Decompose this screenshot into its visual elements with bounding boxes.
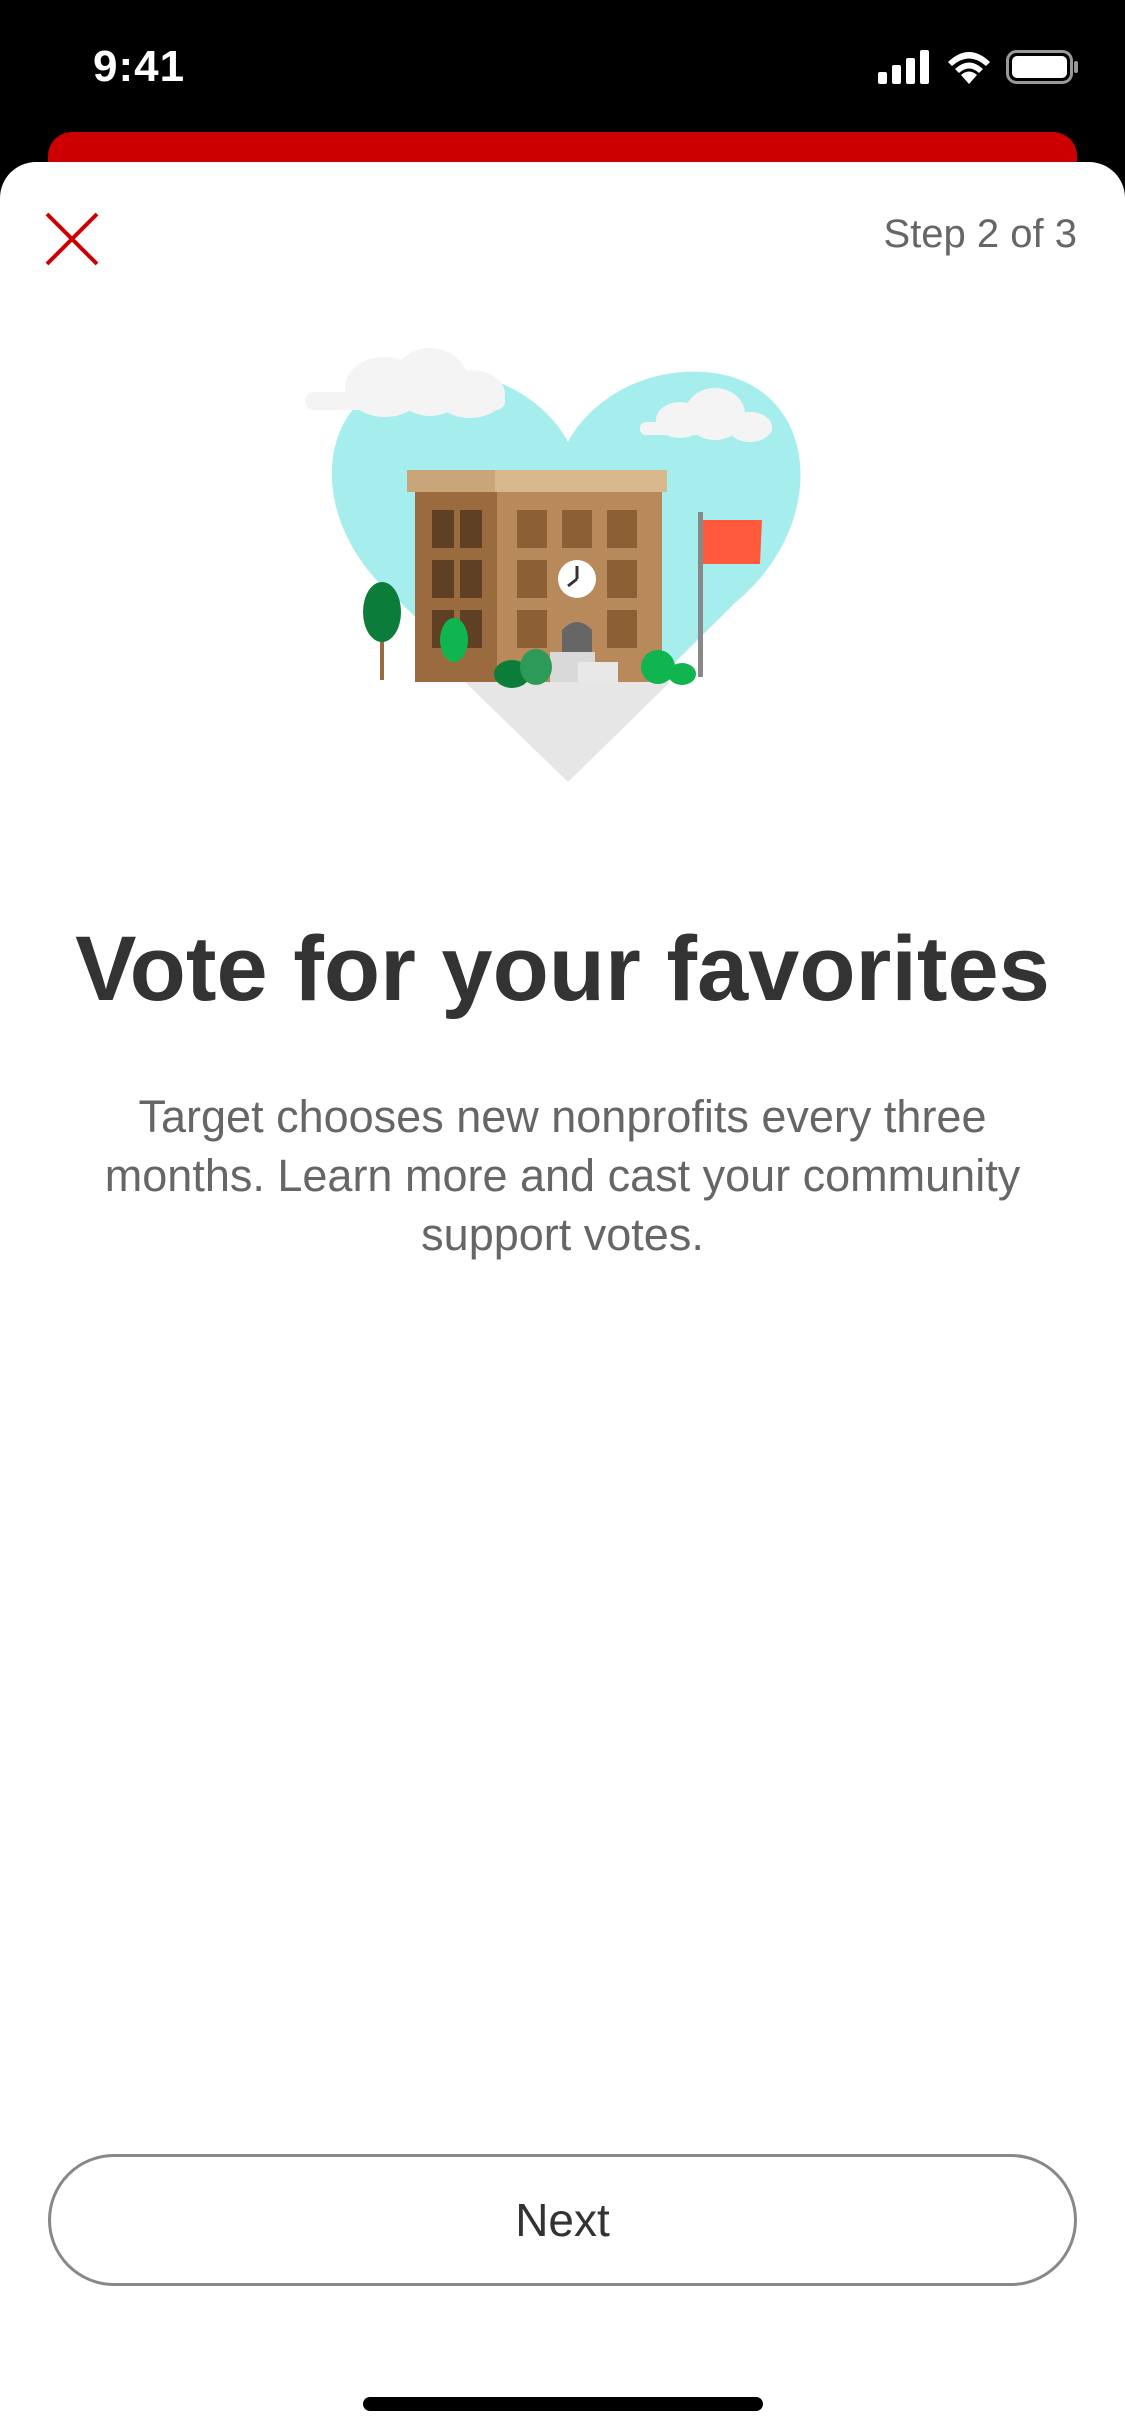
next-button[interactable]: Next — [48, 2154, 1077, 2286]
wifi-icon — [948, 52, 990, 84]
status-time: 9:41 — [93, 42, 186, 91]
home-indicator — [363, 2397, 763, 2411]
step-indicator: Step 2 of 3 — [883, 212, 1077, 256]
status-icons — [878, 50, 1080, 84]
screen: 9:41 Step 2 of 3 Vote for your favorites… — [0, 0, 1125, 2436]
cellular-signal-icon — [878, 50, 929, 84]
headline: Vote for your favorites — [75, 918, 1050, 1020]
description-text: Target chooses new nonprofits every thre… — [104, 1091, 1021, 1260]
onboarding-sheet: Step 2 of 3 Vote for your favorites Targ… — [0, 162, 1125, 2436]
battery-icon — [1006, 50, 1078, 84]
school-building-heart-illustration — [305, 348, 801, 782]
status-bar: 9:41 — [0, 0, 1125, 135]
close-button[interactable] — [40, 207, 104, 271]
close-icon — [45, 212, 99, 266]
